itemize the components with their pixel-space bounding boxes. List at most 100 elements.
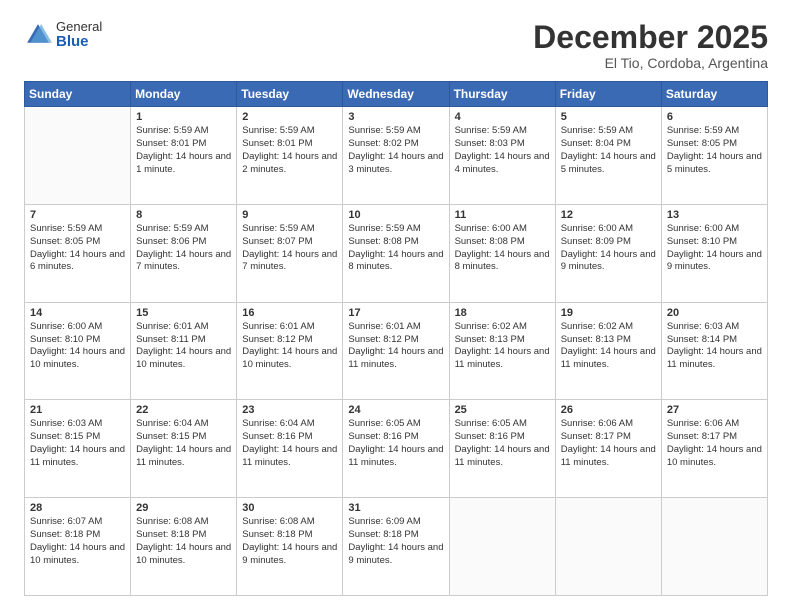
day-number: 1	[136, 111, 231, 123]
day-number: 22	[136, 404, 231, 416]
day-detail: Sunrise: 6:09 AMSunset: 8:18 PMDaylight:…	[348, 516, 443, 567]
table-row	[661, 498, 767, 596]
day-detail: Sunrise: 6:01 AMSunset: 8:12 PMDaylight:…	[348, 321, 443, 372]
table-row: 6 Sunrise: 5:59 AMSunset: 8:05 PMDaylight…	[661, 107, 767, 205]
day-detail: Sunrise: 6:05 AMSunset: 8:16 PMDaylight:…	[455, 418, 550, 469]
table-row: 15 Sunrise: 6:01 AMSunset: 8:11 PMDayligh…	[131, 302, 237, 400]
table-row: 16 Sunrise: 6:01 AMSunset: 8:12 PMDayligh…	[237, 302, 343, 400]
day-number: 29	[136, 502, 231, 514]
table-row: 21Sunrise: 6:03 AMSunset: 8:15 PMDayligh…	[25, 400, 131, 498]
table-row	[25, 107, 131, 205]
day-detail: Sunrise: 5:59 AMSunset: 8:03 PMDaylight:…	[455, 125, 550, 176]
day-detail: Sunrise: 5:59 AMSunset: 8:05 PMDaylight:…	[30, 223, 125, 274]
col-thursday: Thursday	[449, 82, 555, 107]
calendar-week-row: 28Sunrise: 6:07 AMSunset: 8:18 PMDayligh…	[25, 498, 768, 596]
table-row: 9 Sunrise: 5:59 AMSunset: 8:07 PMDaylight…	[237, 204, 343, 302]
logo-icon	[24, 21, 52, 49]
day-detail: Sunrise: 6:05 AMSunset: 8:16 PMDaylight:…	[348, 418, 443, 469]
day-number: 25	[455, 404, 550, 416]
day-number: 2	[242, 111, 337, 123]
day-detail: Sunrise: 6:01 AMSunset: 8:12 PMDaylight:…	[242, 321, 337, 372]
calendar-week-row: 7 Sunrise: 5:59 AMSunset: 8:05 PMDaylight…	[25, 204, 768, 302]
day-detail: Sunrise: 6:08 AMSunset: 8:18 PMDaylight:…	[242, 516, 337, 567]
day-number: 5	[561, 111, 656, 123]
day-detail: Sunrise: 5:59 AMSunset: 8:02 PMDaylight:…	[348, 125, 443, 176]
day-number: 14	[30, 307, 125, 319]
table-row: 4Sunrise: 5:59 AMSunset: 8:03 PMDaylight…	[449, 107, 555, 205]
logo: General Blue	[24, 20, 102, 51]
day-number: 26	[561, 404, 656, 416]
day-detail: Sunrise: 6:04 AMSunset: 8:16 PMDaylight:…	[242, 418, 337, 469]
page-subtitle: El Tio, Cordoba, Argentina	[533, 55, 768, 71]
day-number: 6	[667, 111, 762, 123]
logo-text: General Blue	[56, 20, 102, 51]
col-friday: Friday	[555, 82, 661, 107]
day-detail: Sunrise: 6:00 AMSunset: 8:08 PMDaylight:…	[455, 223, 550, 274]
day-number: 19	[561, 307, 656, 319]
day-number: 21	[30, 404, 125, 416]
day-number: 24	[348, 404, 443, 416]
day-detail: Sunrise: 6:06 AMSunset: 8:17 PMDaylight:…	[667, 418, 762, 469]
day-detail: Sunrise: 6:08 AMSunset: 8:18 PMDaylight:…	[136, 516, 231, 567]
day-detail: Sunrise: 6:02 AMSunset: 8:13 PMDaylight:…	[455, 321, 550, 372]
table-row: 17 Sunrise: 6:01 AMSunset: 8:12 PMDayligh…	[343, 302, 449, 400]
table-row: 11Sunrise: 6:00 AMSunset: 8:08 PMDayligh…	[449, 204, 555, 302]
table-row: 7 Sunrise: 5:59 AMSunset: 8:05 PMDaylight…	[25, 204, 131, 302]
table-row: 24 Sunrise: 6:05 AMSunset: 8:16 PMDayligh…	[343, 400, 449, 498]
calendar-week-row: 21Sunrise: 6:03 AMSunset: 8:15 PMDayligh…	[25, 400, 768, 498]
table-row: 12Sunrise: 6:00 AMSunset: 8:09 PMDayligh…	[555, 204, 661, 302]
day-detail: Sunrise: 5:59 AMSunset: 8:07 PMDaylight:…	[242, 223, 337, 274]
table-row: 22 Sunrise: 6:04 AMSunset: 8:15 PMDayligh…	[131, 400, 237, 498]
day-number: 7	[30, 209, 125, 221]
day-detail: Sunrise: 5:59 AMSunset: 8:05 PMDaylight:…	[667, 125, 762, 176]
table-row: 23Sunrise: 6:04 AMSunset: 8:16 PMDayligh…	[237, 400, 343, 498]
day-detail: Sunrise: 5:59 AMSunset: 8:01 PMDaylight:…	[136, 125, 231, 176]
day-number: 8	[136, 209, 231, 221]
day-number: 10	[348, 209, 443, 221]
day-number: 16	[242, 307, 337, 319]
table-row	[449, 498, 555, 596]
table-row: 29 Sunrise: 6:08 AMSunset: 8:18 PMDayligh…	[131, 498, 237, 596]
page: General Blue December 2025 El Tio, Cordo…	[0, 0, 792, 612]
day-detail: Sunrise: 5:59 AMSunset: 8:06 PMDaylight:…	[136, 223, 231, 274]
day-number: 17	[348, 307, 443, 319]
col-sunday: Sunday	[25, 82, 131, 107]
day-number: 9	[242, 209, 337, 221]
day-number: 15	[136, 307, 231, 319]
table-row	[555, 498, 661, 596]
day-number: 30	[242, 502, 337, 514]
day-detail: Sunrise: 6:02 AMSunset: 8:13 PMDaylight:…	[561, 321, 656, 372]
page-title: December 2025	[533, 20, 768, 55]
day-detail: Sunrise: 5:59 AMSunset: 8:08 PMDaylight:…	[348, 223, 443, 274]
table-row: 19 Sunrise: 6:02 AMSunset: 8:13 PMDayligh…	[555, 302, 661, 400]
table-row: 2 Sunrise: 5:59 AMSunset: 8:01 PMDaylight…	[237, 107, 343, 205]
day-number: 18	[455, 307, 550, 319]
table-row: 18 Sunrise: 6:02 AMSunset: 8:13 PMDayligh…	[449, 302, 555, 400]
day-number: 12	[561, 209, 656, 221]
calendar-table: Sunday Monday Tuesday Wednesday Thursday…	[24, 81, 768, 596]
day-number: 20	[667, 307, 762, 319]
calendar-week-row: 14 Sunrise: 6:00 AMSunset: 8:10 PMDayligh…	[25, 302, 768, 400]
table-row: 1 Sunrise: 5:59 AMSunset: 8:01 PMDaylight…	[131, 107, 237, 205]
logo-blue-text: Blue	[56, 34, 102, 51]
table-row: 5Sunrise: 5:59 AMSunset: 8:04 PMDaylight…	[555, 107, 661, 205]
title-block: December 2025 El Tio, Cordoba, Argentina	[533, 20, 768, 71]
col-tuesday: Tuesday	[237, 82, 343, 107]
day-detail: Sunrise: 5:59 AMSunset: 8:01 PMDaylight:…	[242, 125, 337, 176]
table-row: 31Sunrise: 6:09 AMSunset: 8:18 PMDayligh…	[343, 498, 449, 596]
table-row: 10 Sunrise: 5:59 AMSunset: 8:08 PMDayligh…	[343, 204, 449, 302]
table-row: 28Sunrise: 6:07 AMSunset: 8:18 PMDayligh…	[25, 498, 131, 596]
calendar-header-row: Sunday Monday Tuesday Wednesday Thursday…	[25, 82, 768, 107]
day-detail: Sunrise: 6:04 AMSunset: 8:15 PMDaylight:…	[136, 418, 231, 469]
table-row: 27Sunrise: 6:06 AMSunset: 8:17 PMDayligh…	[661, 400, 767, 498]
day-number: 13	[667, 209, 762, 221]
logo-general-text: General	[56, 20, 102, 34]
day-detail: Sunrise: 6:01 AMSunset: 8:11 PMDaylight:…	[136, 321, 231, 372]
day-detail: Sunrise: 6:00 AMSunset: 8:10 PMDaylight:…	[30, 321, 125, 372]
day-detail: Sunrise: 6:03 AMSunset: 8:14 PMDaylight:…	[667, 321, 762, 372]
table-row: 3Sunrise: 5:59 AMSunset: 8:02 PMDaylight…	[343, 107, 449, 205]
table-row: 13Sunrise: 6:00 AMSunset: 8:10 PMDayligh…	[661, 204, 767, 302]
table-row: 20 Sunrise: 6:03 AMSunset: 8:14 PMDayligh…	[661, 302, 767, 400]
header: General Blue December 2025 El Tio, Cordo…	[24, 20, 768, 71]
table-row: 30 Sunrise: 6:08 AMSunset: 8:18 PMDayligh…	[237, 498, 343, 596]
